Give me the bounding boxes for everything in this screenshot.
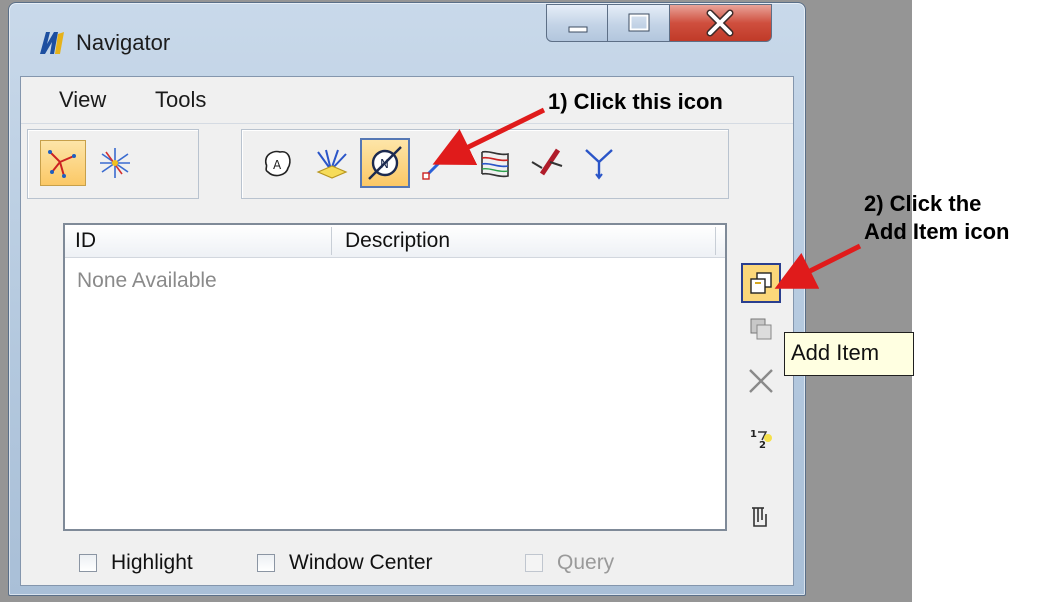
step2-arrow xyxy=(774,243,862,289)
step1-arrow xyxy=(432,107,546,165)
callout-arrows xyxy=(432,107,862,289)
